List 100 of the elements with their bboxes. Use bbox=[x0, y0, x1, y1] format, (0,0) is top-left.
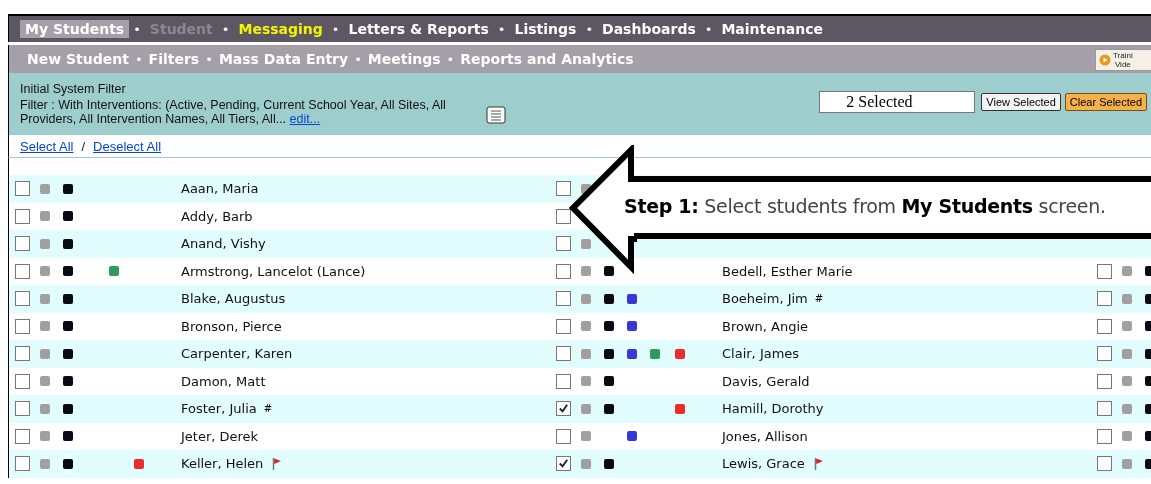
student-name[interactable]: Addy, Barb bbox=[181, 208, 253, 224]
student-checkbox[interactable] bbox=[15, 346, 30, 362]
student-checkbox[interactable] bbox=[1097, 263, 1112, 279]
status-square bbox=[581, 321, 591, 332]
student-checkbox[interactable] bbox=[556, 428, 571, 444]
student-name[interactable]: Damon, Matt bbox=[181, 373, 266, 389]
status-square bbox=[40, 238, 50, 249]
nav-separator: • bbox=[496, 21, 507, 37]
nav-separator: • bbox=[353, 51, 363, 67]
student-name[interactable]: Hamill, Dorothy bbox=[722, 401, 824, 417]
select-all-link[interactable]: Select All bbox=[20, 138, 74, 154]
filter-description: Filter : With Interventions: (Active, Pending, Current School Year, All Sites, All Providers, All Intervention Names, All Tiers, All... edit... bbox=[20, 98, 447, 126]
student-checkbox[interactable] bbox=[15, 208, 30, 224]
student-name[interactable]: Foster, Julia bbox=[181, 401, 257, 417]
callout-text: Step 1: Select students from My Students screen. bbox=[624, 195, 1106, 217]
nav-separator: • bbox=[445, 51, 456, 67]
student-checkbox[interactable] bbox=[556, 263, 571, 279]
status-square bbox=[40, 403, 50, 414]
student-name[interactable]: Davis, Gerald bbox=[722, 373, 810, 389]
selection-button[interactable]: View Selected bbox=[981, 93, 1061, 111]
student-checkbox[interactable] bbox=[1097, 373, 1112, 389]
selection-button[interactable]: Clear Selected bbox=[1064, 93, 1147, 111]
student-checkbox[interactable] bbox=[556, 291, 571, 307]
link-separator: / bbox=[81, 138, 86, 154]
student-checkbox[interactable] bbox=[556, 373, 571, 389]
nav-separator: • bbox=[584, 21, 595, 37]
student-checkbox[interactable] bbox=[15, 428, 30, 444]
student-name[interactable]: Clair, James bbox=[722, 346, 800, 362]
status-square bbox=[40, 266, 50, 277]
student-checkbox[interactable] bbox=[1097, 428, 1112, 444]
student-checkbox[interactable] bbox=[1097, 346, 1112, 362]
student-name[interactable]: Armstrong, Lancelot (Lance) bbox=[181, 263, 366, 279]
deselect-all-link[interactable]: Deselect All bbox=[93, 138, 162, 154]
student-checkbox[interactable] bbox=[556, 208, 571, 224]
student-checkbox[interactable] bbox=[556, 236, 571, 252]
student-name[interactable]: Bronson, Pierce bbox=[181, 318, 282, 334]
status-square bbox=[581, 431, 591, 442]
status-square bbox=[40, 321, 50, 332]
status-square bbox=[581, 266, 591, 277]
selected-count-field[interactable]: 2 Selected bbox=[819, 91, 976, 113]
student-name[interactable]: Aaan, Maria bbox=[181, 181, 259, 197]
student-name[interactable]: Anand, Vishy bbox=[181, 236, 266, 252]
student-checkbox[interactable] bbox=[1097, 401, 1112, 417]
student-checkbox[interactable] bbox=[1097, 318, 1112, 334]
nav-separator: • bbox=[330, 21, 341, 37]
status-square bbox=[581, 403, 591, 414]
student-checkbox[interactable] bbox=[15, 318, 30, 334]
nav-tab[interactable]: Maintenance bbox=[716, 20, 828, 38]
student-checkbox[interactable] bbox=[15, 291, 30, 307]
note-mark: # bbox=[263, 403, 273, 415]
student-name[interactable]: Brown, Angie bbox=[722, 318, 809, 334]
student-name[interactable]: Keller, Helen bbox=[181, 456, 264, 472]
status-square bbox=[581, 238, 591, 249]
nav-tab[interactable]: Dashboards bbox=[597, 20, 701, 38]
student-name[interactable]: Jones, Allison bbox=[722, 428, 808, 444]
nav-separator: • bbox=[220, 21, 231, 37]
nav-tab[interactable]: Letters & Reports bbox=[343, 20, 494, 38]
student-checkbox[interactable] bbox=[556, 401, 571, 417]
status-square bbox=[581, 376, 591, 387]
nav-separator: • bbox=[703, 21, 714, 37]
nav-tab[interactable]: Messaging bbox=[233, 20, 328, 38]
student-name[interactable]: Blake, Augustus bbox=[181, 291, 286, 307]
filter-title: Initial System Filter bbox=[20, 82, 127, 96]
status-square bbox=[40, 348, 50, 359]
student-checkbox[interactable] bbox=[15, 236, 30, 252]
status-square bbox=[1122, 431, 1132, 442]
student-checkbox[interactable] bbox=[556, 456, 571, 472]
student-name[interactable]: Boeheim, Jim bbox=[722, 291, 808, 307]
status-square bbox=[1122, 266, 1132, 277]
student-name[interactable]: Jeter, Derek bbox=[181, 428, 259, 444]
status-square bbox=[40, 431, 50, 442]
nav-separator: • bbox=[204, 51, 214, 67]
nav-separator: • bbox=[133, 51, 144, 67]
student-checkbox[interactable] bbox=[556, 181, 571, 197]
status-square bbox=[581, 348, 591, 359]
status-square bbox=[1122, 293, 1132, 304]
status-square bbox=[581, 458, 591, 469]
status-square bbox=[40, 376, 50, 387]
list-icon[interactable] bbox=[486, 106, 506, 124]
student-checkbox[interactable] bbox=[15, 373, 30, 389]
student-checkbox[interactable] bbox=[15, 181, 30, 197]
student-checkbox[interactable] bbox=[556, 346, 571, 362]
student-checkbox[interactable] bbox=[15, 401, 30, 417]
status-square bbox=[40, 211, 50, 222]
student-checkbox[interactable] bbox=[556, 318, 571, 334]
student-name[interactable]: Carpenter, Karen bbox=[181, 346, 293, 362]
student-name[interactable]: Bedell, Esther Marie bbox=[722, 263, 853, 279]
note-mark: # bbox=[814, 293, 824, 305]
nav-tab[interactable]: Listings bbox=[509, 20, 582, 38]
edit-link[interactable]: edit... bbox=[289, 112, 321, 126]
status-square bbox=[1122, 321, 1132, 332]
status-square bbox=[1122, 348, 1132, 359]
student-checkbox[interactable] bbox=[15, 456, 30, 472]
student-name[interactable]: Lewis, Grace bbox=[722, 456, 805, 472]
status-square bbox=[40, 183, 50, 194]
student-checkbox[interactable] bbox=[15, 263, 30, 279]
status-square bbox=[40, 458, 50, 469]
training-video-button[interactable]: Traini Vide bbox=[1095, 49, 1151, 71]
student-checkbox[interactable] bbox=[1097, 291, 1112, 307]
student-checkbox[interactable] bbox=[1097, 456, 1112, 472]
